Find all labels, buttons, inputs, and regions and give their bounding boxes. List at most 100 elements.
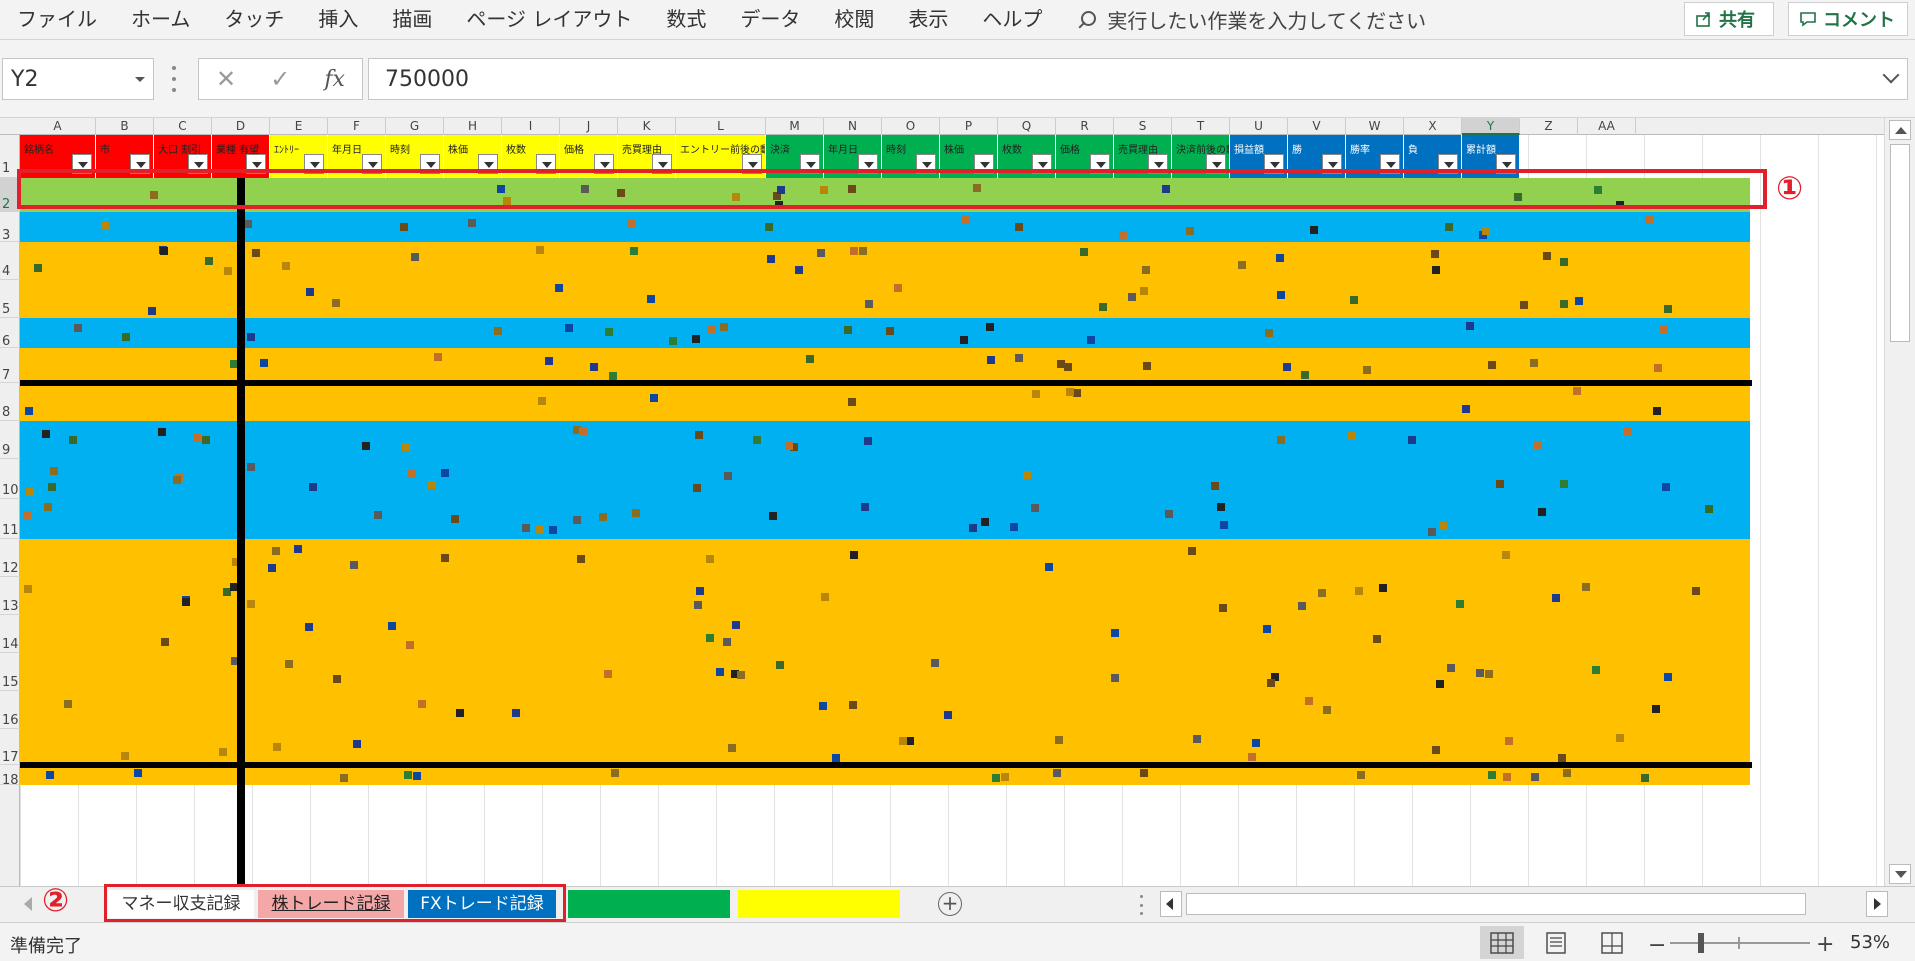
page-layout-view-button[interactable] (1534, 926, 1578, 959)
table-row[interactable] (20, 539, 1750, 577)
normal-view-button[interactable] (1480, 926, 1524, 959)
column-header-j[interactable]: J (560, 118, 618, 135)
scroll-down-icon[interactable] (1889, 864, 1911, 884)
row-header-7[interactable]: 7 (0, 348, 20, 383)
worksheet[interactable]: A B C D E F G H I J K L M N O P Q R S T U V W X Y Z AA 1 2 3 4 5 6 7 8 9 10… (0, 118, 1884, 886)
share-button[interactable]: 共有 (1684, 2, 1774, 36)
table-row[interactable] (20, 383, 1750, 421)
tab-help[interactable]: ヘルプ (965, 0, 1059, 40)
row-header-10[interactable]: 10 (0, 459, 20, 499)
column-header-aa[interactable]: AA (1578, 118, 1636, 135)
column-header-f[interactable]: F (328, 118, 386, 135)
prev-sheet-icon[interactable] (24, 897, 32, 911)
cancel-icon[interactable]: ✕ (216, 65, 236, 93)
tab-splitter[interactable] (1140, 895, 1144, 915)
tab-page-layout[interactable]: ページ レイアウト (449, 0, 649, 40)
table-row[interactable] (20, 577, 1750, 615)
tab-review[interactable]: 校閲 (817, 0, 891, 40)
horizontal-scrollbar[interactable] (1160, 891, 1888, 917)
column-header-e[interactable]: E (270, 118, 328, 135)
name-box[interactable]: Y2 (2, 58, 154, 100)
horizontal-scroll-thumb[interactable] (1186, 893, 1806, 915)
insert-function-icon[interactable]: fx (324, 67, 345, 92)
formula-input[interactable]: 750000 (368, 58, 1908, 100)
tab-formulas[interactable]: 数式 (649, 0, 723, 40)
scroll-up-icon[interactable] (1889, 120, 1911, 140)
column-header-v[interactable]: V (1288, 118, 1346, 135)
zoom-percent[interactable]: 53% (1850, 932, 1890, 953)
tell-me-search[interactable]: 実行したい作業を入力してください (1077, 5, 1426, 34)
column-header-i[interactable]: I (502, 118, 560, 135)
column-header-u[interactable]: U (1230, 118, 1288, 135)
column-header-s[interactable]: S (1114, 118, 1172, 135)
tab-draw[interactable]: 描画 (375, 0, 449, 40)
table-row[interactable] (20, 499, 1750, 539)
column-header-d[interactable]: D (212, 118, 270, 135)
row-header-5[interactable]: 5 (0, 280, 20, 318)
column-header-g[interactable]: G (386, 118, 444, 135)
row-header-8[interactable]: 8 (0, 383, 20, 421)
column-header-x[interactable]: X (1404, 118, 1462, 135)
vertical-scrollbar[interactable] (1884, 118, 1915, 886)
column-header-y[interactable]: Y (1462, 118, 1520, 135)
column-header-c[interactable]: C (154, 118, 212, 135)
column-header-h[interactable]: H (444, 118, 502, 135)
column-header-r[interactable]: R (1056, 118, 1114, 135)
row-header-17[interactable]: 17 (0, 729, 20, 765)
zoom-in-button[interactable]: + (1816, 932, 1834, 957)
row-header-15[interactable]: 15 (0, 653, 20, 691)
column-header-n[interactable]: N (824, 118, 882, 135)
column-header-a[interactable]: A (20, 118, 96, 135)
table-row[interactable] (20, 318, 1750, 348)
formula-bar-handle[interactable] (172, 66, 176, 92)
column-header-q[interactable]: Q (998, 118, 1056, 135)
expand-formula-icon[interactable] (1882, 66, 1900, 84)
tab-view[interactable]: 表示 (891, 0, 965, 40)
tab-insert[interactable]: 挿入 (301, 0, 375, 40)
sheet-tab-5[interactable] (738, 890, 900, 918)
enter-icon[interactable]: ✓ (270, 65, 290, 93)
vertical-scroll-thumb[interactable] (1890, 144, 1910, 342)
row-header-13[interactable]: 13 (0, 577, 20, 615)
table-row[interactable] (20, 691, 1750, 729)
column-header-k[interactable]: K (618, 118, 676, 135)
comment-button[interactable]: コメント (1788, 2, 1908, 36)
table-row[interactable] (20, 459, 1750, 499)
column-header-w[interactable]: W (1346, 118, 1404, 135)
sheet-tab-4[interactable] (568, 890, 730, 918)
row-header-16[interactable]: 16 (0, 691, 20, 729)
table-row[interactable] (20, 242, 1750, 280)
column-header-p[interactable]: P (940, 118, 998, 135)
row-header-11[interactable]: 11 (0, 499, 20, 539)
row-header-14[interactable]: 14 (0, 615, 20, 653)
row-header-3[interactable]: 3 (0, 212, 20, 243)
column-header-m[interactable]: M (766, 118, 824, 135)
zoom-slider[interactable]: − + (1648, 929, 1834, 958)
tab-touch[interactable]: タッチ (207, 0, 301, 40)
tab-file[interactable]: ファイル (0, 0, 114, 40)
tab-data[interactable]: データ (723, 0, 817, 40)
column-header-z[interactable]: Z (1520, 118, 1578, 135)
table-row[interactable] (20, 615, 1750, 653)
row-header-18[interactable]: 18 (0, 765, 20, 788)
cell-grid[interactable]: 銘柄名市大口 割引 業種 有望 ｴﾝﾄﾘｰ 年月日 時刻 株価 枚数 価格 売買理由 エントリー前… (17, 135, 1884, 886)
page-break-view-button[interactable] (1590, 926, 1634, 959)
column-header-o[interactable]: O (882, 118, 940, 135)
column-header-t[interactable]: T (1172, 118, 1230, 135)
add-sheet-button[interactable]: + (938, 892, 962, 916)
row-header-6[interactable]: 6 (0, 318, 20, 349)
chevron-down-icon[interactable] (135, 77, 145, 82)
scroll-left-icon[interactable] (1160, 891, 1182, 917)
row-header-9[interactable]: 9 (0, 421, 20, 459)
row-header-4[interactable]: 4 (0, 242, 20, 280)
column-header-l[interactable]: L (676, 118, 766, 135)
tab-home[interactable]: ホーム (114, 0, 207, 40)
row-header-12[interactable]: 12 (0, 539, 20, 577)
zoom-out-button[interactable]: − (1648, 933, 1666, 958)
table-row[interactable] (20, 280, 1750, 318)
table-row[interactable] (20, 421, 1750, 459)
scroll-right-icon[interactable] (1866, 891, 1888, 917)
zoom-track[interactable] (1670, 942, 1810, 944)
zoom-knob[interactable] (1698, 933, 1704, 953)
table-row[interactable] (20, 212, 1750, 242)
